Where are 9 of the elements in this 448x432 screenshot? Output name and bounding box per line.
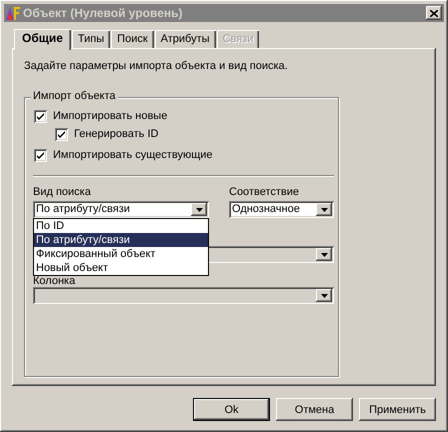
checkbox-label: Импортировать новые (53, 110, 168, 122)
checkbox-label: Генерировать ID (74, 128, 158, 140)
field-label: Соответствие (229, 186, 300, 200)
group-title: Импорт объекта (31, 90, 118, 102)
description-text: Задайте параметры импорта объекта и вид поиска. (24, 60, 289, 74)
field-label: Вид поиска (33, 186, 92, 200)
checkbox-label: Импортировать существующие (53, 149, 213, 161)
field-label: Колонка (33, 276, 76, 287)
window-title: Объект (Нулевой уровень) (23, 6, 184, 20)
